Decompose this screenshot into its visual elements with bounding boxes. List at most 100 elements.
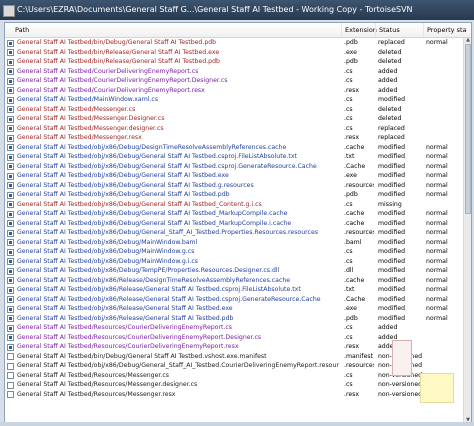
table-row[interactable]: General Staff AI Testbed/Messenger.resx.…	[5, 133, 463, 143]
file-status: added	[378, 324, 398, 331]
table-row[interactable]: General Staff AI Testbed/obj/x86/Debug/G…	[5, 219, 463, 229]
file-path: General Staff AI Testbed/Messenger.resx	[17, 134, 142, 141]
row-checkbox[interactable]	[7, 353, 14, 360]
row-checkbox[interactable]	[7, 267, 14, 275]
sticky-note-icon	[420, 373, 454, 403]
row-checkbox[interactable]	[7, 372, 14, 379]
file-status: deleted	[378, 48, 402, 56]
row-checkbox[interactable]	[7, 248, 14, 256]
row-checkbox[interactable]	[7, 258, 14, 265]
file-extension: .exe	[344, 305, 357, 312]
title-bar[interactable]: C:\Users\EZRA\Documents\General Staff G.…	[0, 0, 474, 20]
property-status: normal	[426, 191, 448, 198]
table-row[interactable]: General Staff AI Testbed/Resources/Messe…	[5, 390, 463, 400]
row-checkbox[interactable]	[7, 324, 14, 332]
row-checkbox[interactable]	[7, 144, 14, 151]
table-row[interactable]: General Staff AI Testbed/obj/x86/Debug/M…	[5, 238, 463, 248]
row-checkbox[interactable]	[7, 220, 14, 227]
row-checkbox[interactable]	[7, 305, 14, 313]
table-row[interactable]: General Staff AI Testbed/obj/x86/Release…	[5, 276, 463, 286]
table-row[interactable]: General Staff AI Testbed/obj/x86/Debug/G…	[5, 171, 463, 181]
table-row[interactable]: General Staff AI Testbed/MainWindow.xaml…	[5, 95, 463, 105]
row-checkbox[interactable]	[7, 239, 14, 246]
row-checkbox[interactable]	[7, 343, 14, 351]
row-checkbox[interactable]	[7, 134, 14, 142]
table-row[interactable]: General Staff AI Testbed/obj/x86/Debug/G…	[5, 190, 463, 200]
column-header-status[interactable]: Status	[375, 23, 427, 37]
row-checkbox[interactable]	[7, 115, 14, 123]
file-status: modified	[378, 219, 406, 227]
row-checkbox[interactable]	[7, 163, 14, 170]
table-row[interactable]: General Staff AI Testbed/Messenger.cs .cs…	[5, 105, 463, 115]
file-extension: .txt	[344, 286, 355, 293]
row-checkbox[interactable]	[7, 296, 14, 303]
table-row[interactable]: General Staff AI Testbed/obj/x86/Release…	[5, 285, 463, 295]
scroll-up-arrow-icon[interactable]: ▲	[465, 38, 471, 43]
table-row[interactable]: General Staff AI Testbed/bin/Debug/Gener…	[5, 38, 463, 48]
table-row[interactable]: General Staff AI Testbed/obj/x86/Debug/G…	[5, 152, 463, 162]
row-checkbox[interactable]	[7, 77, 14, 85]
table-row[interactable]: General Staff AI Testbed/obj/x86/Debug/M…	[5, 257, 463, 267]
table-row[interactable]: General Staff AI Testbed/Resources/Couri…	[5, 323, 463, 333]
row-checkbox[interactable]	[7, 87, 14, 94]
table-row[interactable]: General Staff AI Testbed/CourierDeliveri…	[5, 67, 463, 77]
table-row[interactable]: General Staff AI Testbed/obj/x86/Debug/D…	[5, 143, 463, 153]
table-row[interactable]: General Staff AI Testbed/obj/x86/Debug/G…	[5, 200, 463, 210]
row-checkbox[interactable]	[7, 68, 14, 75]
property-status: normal	[426, 143, 448, 151]
file-path: General Staff AI Testbed/obj/x86/Release…	[17, 286, 301, 293]
row-checkbox[interactable]	[7, 286, 14, 294]
row-checkbox[interactable]	[7, 96, 14, 104]
table-row[interactable]: General Staff AI Testbed/CourierDeliveri…	[5, 86, 463, 96]
table-row[interactable]: General Staff AI Testbed/Messenger.desig…	[5, 124, 463, 134]
table-row[interactable]: General Staff AI Testbed/obj/x86/Debug/G…	[5, 228, 463, 238]
file-extension: .cs	[344, 115, 353, 122]
table-row[interactable]: General Staff AI Testbed/obj/x86/Debug/G…	[5, 209, 463, 219]
table-row[interactable]: General Staff AI Testbed/bin/Release/Gen…	[5, 48, 463, 58]
table-row[interactable]: General Staff AI Testbed/obj/x86/Release…	[5, 304, 463, 314]
row-checkbox[interactable]	[7, 391, 14, 398]
row-checkbox[interactable]	[7, 153, 14, 161]
table-row[interactable]: General Staff AI Testbed/bin/Release/Gen…	[5, 57, 463, 67]
row-checkbox[interactable]	[7, 182, 14, 189]
row-checkbox[interactable]	[7, 210, 14, 218]
file-status: non-versioned	[378, 381, 423, 388]
table-row[interactable]: General Staff AI Testbed/Resources/Messe…	[5, 380, 463, 390]
drag-preview-icon	[392, 340, 412, 376]
table-row[interactable]: General Staff AI Testbed/obj/x86/Debug/G…	[5, 181, 463, 191]
table-row[interactable]: General Staff AI Testbed/obj/x86/Release…	[5, 314, 463, 324]
table-row[interactable]: General Staff AI Testbed/obj/x86/Debug/T…	[5, 266, 463, 276]
column-header-path[interactable]: Path	[15, 23, 335, 37]
file-extension: .cs	[344, 96, 353, 103]
table-row[interactable]: General Staff AI Testbed/Messenger.Desig…	[5, 114, 463, 124]
row-checkbox[interactable]	[7, 49, 14, 56]
file-path: General Staff AI Testbed/obj/x86/Debug/G…	[17, 162, 317, 170]
row-checkbox[interactable]	[7, 381, 14, 389]
row-checkbox[interactable]	[7, 277, 14, 284]
property-status: normal	[426, 172, 448, 179]
row-checkbox[interactable]	[7, 191, 14, 199]
table-row[interactable]: General Staff AI Testbed/obj/x86/Debug/G…	[5, 162, 463, 172]
list-header: Path Extension Status Property stat	[5, 23, 471, 38]
row-checkbox[interactable]	[7, 201, 14, 208]
file-extension: .dll	[344, 267, 354, 274]
row-checkbox[interactable]	[7, 315, 14, 322]
row-checkbox[interactable]	[7, 362, 14, 370]
table-row[interactable]: General Staff AI Testbed/obj/x86/Debug/M…	[5, 247, 463, 257]
row-checkbox[interactable]	[7, 229, 14, 237]
scrollbar-thumb[interactable]	[465, 44, 471, 214]
vertical-scrollbar[interactable]: ▲ ▼	[463, 38, 471, 423]
column-header-extension[interactable]: Extension	[341, 23, 377, 37]
row-checkbox[interactable]	[7, 106, 14, 113]
table-row[interactable]: General Staff AI Testbed/obj/x86/Release…	[5, 295, 463, 305]
row-checkbox[interactable]	[7, 58, 14, 66]
row-checkbox[interactable]	[7, 125, 14, 132]
property-status: normal	[426, 248, 448, 255]
file-path: General Staff AI Testbed/obj/x86/Debug/M…	[17, 238, 198, 246]
row-checkbox[interactable]	[7, 172, 14, 180]
table-row[interactable]: General Staff AI Testbed/CourierDeliveri…	[5, 76, 463, 86]
row-checkbox[interactable]	[7, 334, 14, 341]
file-path: General Staff AI Testbed/Resources/Couri…	[17, 343, 239, 350]
column-header-property-status[interactable]: Property stat	[423, 23, 467, 37]
row-checkbox[interactable]	[7, 39, 14, 47]
